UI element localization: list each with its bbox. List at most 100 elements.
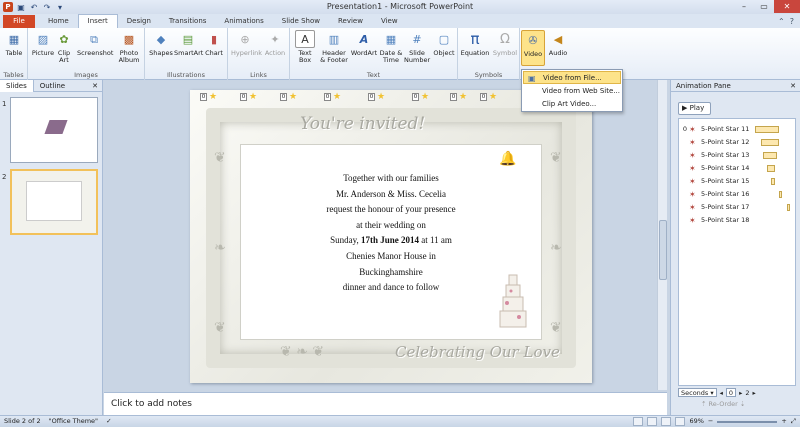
tab-home[interactable]: Home xyxy=(39,15,78,28)
animation-marker[interactable]: 0 ★ xyxy=(280,93,297,102)
animation-marker[interactable]: 0 ★ xyxy=(412,93,429,102)
screenshot-button[interactable]: ⧉ Screenshot xyxy=(77,30,113,57)
photo-album-button[interactable]: ▩ Photo Album xyxy=(114,30,144,64)
slide-thumbnail-2[interactable] xyxy=(10,169,98,235)
animation-item[interactable]: ✶ 5-Point Star 13 xyxy=(679,149,795,161)
clip-art-video-item[interactable]: Clip Art Video... xyxy=(523,98,621,111)
wordart-button[interactable]: A WordArt xyxy=(350,30,378,57)
hyperlink-button[interactable]: ⊕ Hyperlink xyxy=(231,30,262,57)
invitation-heading[interactable]: You're invited! xyxy=(300,114,425,134)
audio-button[interactable]: ◀ Audio xyxy=(546,30,570,57)
tab-animations[interactable]: Animations xyxy=(215,15,272,28)
video-from-web-site-item[interactable]: Video from Web Site... xyxy=(523,85,621,98)
scrollbar-thumb[interactable] xyxy=(659,220,667,280)
date-time-button[interactable]: ▦ Date & Time xyxy=(379,30,403,64)
animation-item[interactable]: ✶ 5-Point Star 16 xyxy=(679,188,795,200)
animation-pane-header: Animation Pane ✕ xyxy=(671,80,800,92)
slide-show-view-icon[interactable] xyxy=(675,417,686,426)
invitation-text[interactable]: Together with our families Mr. Anderson … xyxy=(241,171,541,296)
zoom-in-icon[interactable]: + xyxy=(781,416,786,427)
swirl-ornament-icon: ❦ xyxy=(550,320,562,336)
redo-icon[interactable]: ↷ xyxy=(42,2,52,12)
slide-vertical-scrollbar[interactable] xyxy=(657,80,667,390)
slide-sorter-view-icon[interactable] xyxy=(647,417,658,426)
tab-transitions[interactable]: Transitions xyxy=(160,15,216,28)
animation-marker[interactable]: 0 ★ xyxy=(450,93,467,102)
help-icon[interactable]: ? xyxy=(790,17,794,26)
animation-item[interactable]: ✶ 5-Point Star 15 xyxy=(679,175,795,187)
chart-button[interactable]: ▮ Chart xyxy=(200,30,228,57)
tab-review[interactable]: Review xyxy=(329,15,372,28)
slide-thumbnail-1[interactable] xyxy=(10,97,98,163)
text-box-button[interactable]: A Text Box xyxy=(292,30,318,64)
minimize-button[interactable]: – xyxy=(734,0,754,13)
smartart-button[interactable]: ▤ SmartArt xyxy=(174,30,203,57)
tab-outline[interactable]: Outline xyxy=(34,80,71,92)
animation-marker[interactable]: 0 ★ xyxy=(480,93,497,102)
equation-button[interactable]: π Equation xyxy=(460,30,490,57)
powerpoint-logo-icon[interactable]: P xyxy=(3,2,13,12)
animation-item[interactable]: ✶ 5-Point Star 17 xyxy=(679,201,795,213)
tab-slides[interactable]: Slides xyxy=(0,79,34,92)
animation-marker[interactable]: 0 ★ xyxy=(240,93,257,102)
zoom-slider[interactable] xyxy=(717,420,778,423)
film-reel-icon: ✇ xyxy=(528,33,538,47)
timeline-scroll-right-icon[interactable]: ▸ xyxy=(739,389,742,397)
seconds-dropdown[interactable]: Seconds ▾ xyxy=(678,388,717,397)
normal-view-icon[interactable] xyxy=(633,417,644,426)
reorder-control[interactable]: ⇡ Re-Order ⇣ xyxy=(701,400,745,408)
star-effect-icon: ✶ xyxy=(689,163,696,173)
tab-insert[interactable]: Insert xyxy=(77,14,118,28)
invitation-footer-script[interactable]: Celebrating Our Love xyxy=(395,343,560,361)
spellcheck-icon[interactable]: ✓ xyxy=(106,416,111,427)
zoom-out-icon[interactable]: − xyxy=(708,416,713,427)
timeline-scroll-left-icon[interactable]: ◂ xyxy=(720,389,723,397)
slide-canvas[interactable]: ❦ ❧ ❦ ❦ ❧ ❦ ❦ ❧ ❦ You're invited! 0 ★ 0 ★ … xyxy=(190,90,592,383)
close-icon[interactable]: ✕ xyxy=(92,82,102,90)
timeline-controls: Seconds ▾ ◂ 0 ▸ 2 ▸ xyxy=(678,388,796,397)
close-button[interactable]: ✕ xyxy=(774,0,800,13)
video-from-file-item[interactable]: ▣ Video from File... xyxy=(523,71,621,84)
undo-icon[interactable]: ↶ xyxy=(29,2,39,12)
animation-item[interactable]: ✶ 5-Point Star 12 xyxy=(679,136,795,148)
omega-icon: Ω xyxy=(500,31,510,47)
fit-to-window-icon[interactable]: ⤢ xyxy=(791,416,796,427)
animation-item[interactable]: 0 ✶ 5-Point Star 11 xyxy=(679,123,795,135)
close-icon[interactable]: ✕ xyxy=(790,80,800,91)
tab-file[interactable]: File xyxy=(3,15,35,28)
animation-marker[interactable]: 0 ★ xyxy=(324,93,341,102)
timeline-bar xyxy=(761,138,779,146)
video-button[interactable]: ✇ Video xyxy=(521,30,545,66)
clip-art-button[interactable]: ✿ Clip Art xyxy=(53,30,75,64)
table-button[interactable]: ▦ Table xyxy=(0,30,28,57)
animation-marker[interactable]: 0 ★ xyxy=(200,93,217,102)
invitation-card[interactable]: 🔔 Together with our families Mr. Anderso… xyxy=(240,144,542,340)
maximize-button[interactable]: ▭ xyxy=(754,0,774,13)
symbol-button[interactable]: Ω Symbol xyxy=(491,30,519,57)
theme-name[interactable]: "Office Theme" xyxy=(49,416,98,427)
shapes-button[interactable]: ◆ Shapes xyxy=(147,30,175,57)
customize-qat-icon[interactable]: ▾ xyxy=(55,2,65,12)
zoom-level[interactable]: 69% xyxy=(689,416,703,427)
play-button[interactable]: ▶ Play xyxy=(678,102,711,115)
header-footer-icon: ▥ xyxy=(328,32,340,46)
minimize-ribbon-icon[interactable]: ⌃ xyxy=(778,17,785,26)
save-icon[interactable]: ▣ xyxy=(16,2,26,12)
animation-marker[interactable]: 0 ★ xyxy=(368,93,385,102)
tab-design[interactable]: Design xyxy=(118,15,160,28)
group-label: Symbols xyxy=(474,71,503,79)
object-button[interactable]: ▢ Object xyxy=(431,30,457,57)
slide-1-graphic xyxy=(44,120,68,134)
tab-view[interactable]: View xyxy=(372,15,407,28)
timeline-bar xyxy=(771,177,775,185)
reading-view-icon[interactable] xyxy=(661,417,672,426)
animation-item[interactable]: ✶ 5-Point Star 18 xyxy=(679,214,795,226)
slide-number-button[interactable]: # Slide Number xyxy=(404,30,430,64)
tab-slide-show[interactable]: Slide Show xyxy=(273,15,329,28)
notes-pane[interactable]: Click to add notes xyxy=(104,392,667,415)
timeline-end-icon[interactable]: ▸ xyxy=(752,389,755,397)
smartart-icon: ▤ xyxy=(182,32,194,46)
animation-item[interactable]: ✶ 5-Point Star 14 xyxy=(679,162,795,174)
action-button[interactable]: ✦ Action xyxy=(261,30,289,57)
header-footer-button[interactable]: ▥ Header & Footer xyxy=(319,30,349,64)
